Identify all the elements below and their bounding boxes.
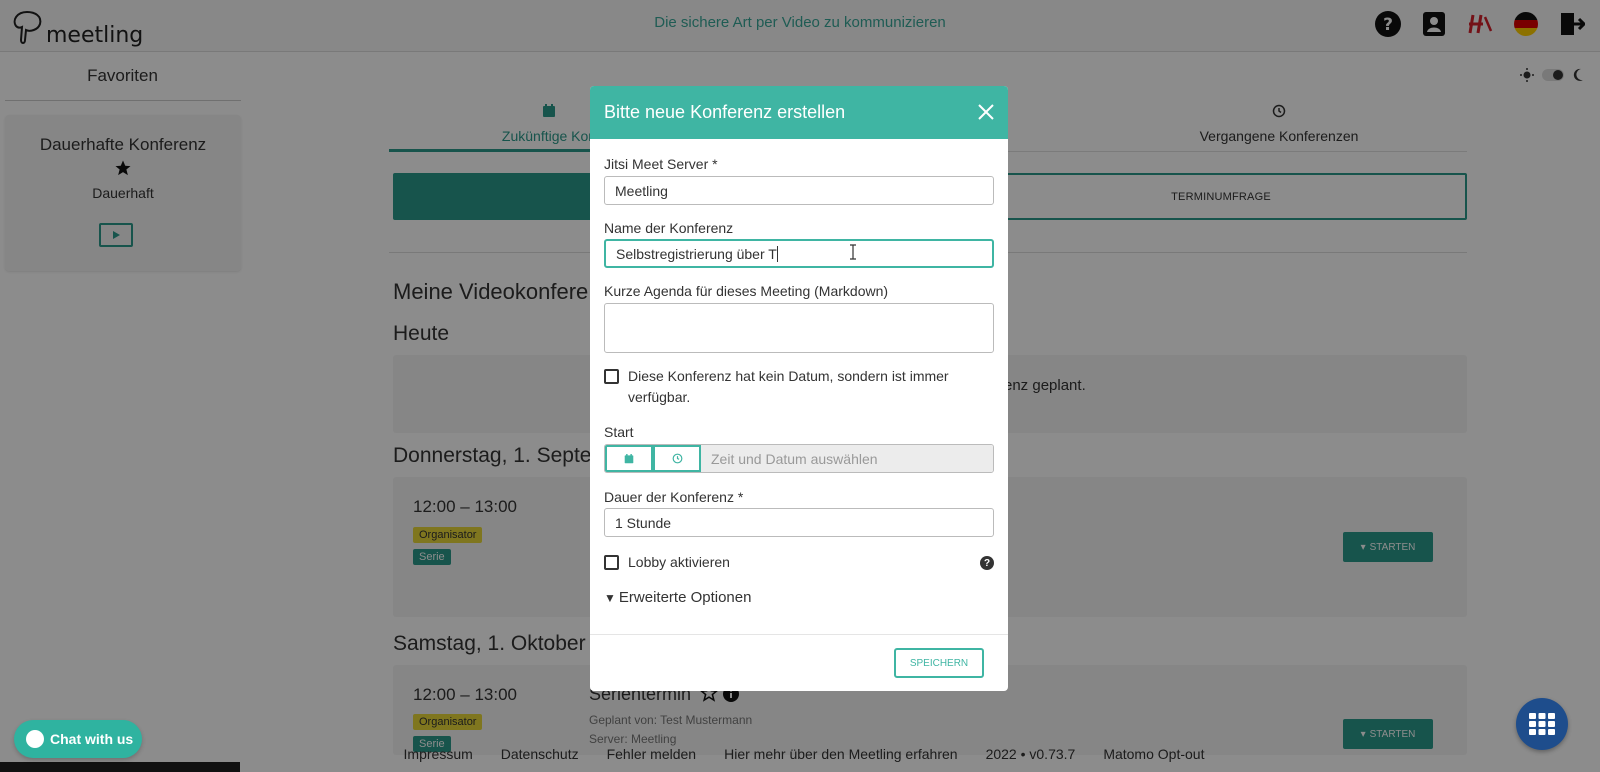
apps-grid-button[interactable] bbox=[1516, 698, 1568, 750]
dialog-footer-divider bbox=[590, 634, 1008, 635]
server-label: Jitsi Meet Server * bbox=[604, 156, 718, 172]
dialog-header: Bitte neue Konferenz erstellen bbox=[590, 86, 1008, 139]
name-input-value: Selbstregistrierung über T bbox=[616, 245, 777, 262]
grid-icon bbox=[1529, 713, 1555, 735]
text-caret bbox=[776, 245, 778, 262]
datetime-input[interactable]: Zeit und Datum auswählen bbox=[701, 445, 993, 472]
server-select[interactable]: Meetling bbox=[604, 176, 994, 205]
save-button[interactable]: SPEICHERN bbox=[894, 648, 984, 678]
no-date-label: Diese Konferenz hat kein Datum, sondern … bbox=[628, 368, 949, 405]
name-input[interactable]: Selbstregistrierung über T bbox=[604, 239, 994, 268]
time-picker-button[interactable] bbox=[653, 445, 701, 472]
taskbar-strip bbox=[0, 762, 240, 772]
clock-icon bbox=[672, 453, 682, 464]
duration-select[interactable]: 1 Stunde bbox=[604, 508, 994, 537]
chat-bubble-icon bbox=[26, 730, 44, 748]
dialog-title: Bitte neue Konferenz erstellen bbox=[604, 102, 846, 122]
chat-button[interactable]: Chat with us bbox=[14, 720, 142, 758]
lobby-help-icon[interactable]: ? bbox=[980, 556, 994, 570]
lobby-label: Lobby aktivieren bbox=[628, 554, 730, 570]
calendar-icon bbox=[624, 453, 634, 463]
start-label: Start bbox=[604, 424, 634, 440]
agenda-label: Kurze Agenda für dieses Meeting (Markdow… bbox=[604, 283, 889, 299]
caret-down-icon: ▼ bbox=[604, 590, 616, 605]
advanced-options-label: Erweiterte Optionen bbox=[618, 589, 752, 606]
advanced-options-toggle[interactable]: ▼ Erweiterte Optionen bbox=[604, 589, 751, 606]
create-conference-dialog: Bitte neue Konferenz erstellen Jitsi Mee… bbox=[590, 86, 1008, 691]
close-icon[interactable] bbox=[976, 102, 996, 122]
date-picker-button[interactable] bbox=[605, 445, 653, 472]
no-date-checkbox[interactable] bbox=[604, 369, 619, 384]
agenda-textarea[interactable] bbox=[604, 303, 994, 353]
start-datetime-picker: Zeit und Datum auswählen bbox=[604, 444, 994, 473]
lobby-checkbox[interactable] bbox=[604, 555, 619, 570]
text-cursor-icon bbox=[850, 244, 856, 260]
duration-label: Dauer der Konferenz * bbox=[604, 489, 744, 505]
name-label: Name der Konferenz bbox=[604, 220, 734, 236]
chat-label: Chat with us bbox=[50, 731, 134, 747]
